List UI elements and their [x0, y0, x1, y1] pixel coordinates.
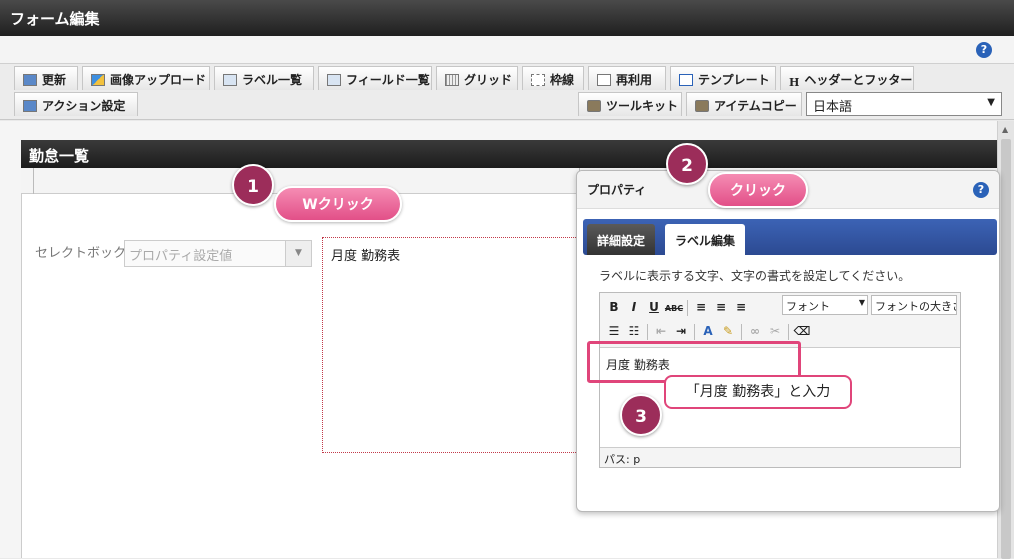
numbered-list-icon[interactable]: ☷ — [624, 321, 644, 341]
underline-icon[interactable]: U — [644, 297, 664, 317]
link-icon[interactable]: ∞ — [745, 321, 765, 341]
template-icon — [679, 74, 693, 86]
align-right-icon[interactable]: ≡ — [731, 297, 751, 317]
field-list-icon — [327, 74, 341, 86]
refresh-icon — [23, 74, 37, 86]
callout-input: 「月度 勤務表」と入力 — [664, 375, 852, 409]
refresh-button[interactable]: 更新 — [14, 66, 78, 90]
grid-button[interactable]: グリッド — [436, 66, 518, 90]
action-settings-button[interactable]: アクション設定 — [14, 92, 138, 116]
template-button[interactable]: テンプレート — [670, 66, 776, 90]
border-button[interactable]: 枠線 — [522, 66, 584, 90]
item-copy-icon — [695, 100, 709, 112]
help-icon[interactable]: ? — [976, 42, 992, 58]
header-footer-button[interactable]: H ヘッダーとフッター — [780, 66, 914, 90]
editor-toolbar-row1: B I U ABC ≡ ≡ ≡ — [604, 297, 784, 319]
border-icon — [531, 74, 545, 86]
highlight-color-icon[interactable]: ✎ — [718, 321, 738, 341]
field-list-button[interactable]: フィールド一覧 — [318, 66, 432, 90]
label-field[interactable]: 月度 勤務表 — [322, 237, 582, 453]
bold-icon[interactable]: B — [604, 297, 624, 317]
select-box[interactable]: プロパティ設定値 ▼ — [124, 240, 312, 267]
panel-title: 勤怠一覧 — [21, 140, 997, 168]
bullet-list-icon[interactable]: ☰ — [604, 321, 624, 341]
tab-detail-settings[interactable]: 詳細設定 — [587, 224, 656, 255]
image-upload-icon — [91, 74, 105, 86]
eraser-icon[interactable]: ⌫ — [792, 321, 812, 341]
font-size-select[interactable]: フォントの大きさ — [871, 295, 957, 315]
italic-icon[interactable]: I — [624, 297, 644, 317]
chevron-down-icon: ▼ — [858, 298, 865, 307]
help-icon[interactable]: ? — [973, 182, 989, 198]
chevron-down-icon[interactable]: ▼ — [285, 241, 311, 266]
text-color-icon[interactable]: A — [698, 321, 718, 341]
step-marker-1: 1 — [232, 164, 274, 206]
scrollbar-thumb[interactable] — [1001, 139, 1011, 559]
callout-click: クリック — [708, 172, 808, 208]
action-icon — [23, 100, 37, 112]
ruler-tick — [33, 168, 34, 194]
tab-label-edit[interactable]: ラベル編集 — [665, 224, 746, 255]
dialog-description: ラベルに表示する文字、文字の書式を設定してください。 — [599, 269, 911, 283]
label-list-icon — [223, 74, 237, 86]
unlink-icon[interactable]: ✂ — [765, 321, 785, 341]
callout-double-click: Wクリック — [274, 186, 402, 222]
grid-icon — [445, 74, 459, 86]
language-select[interactable]: 日本語 ▼ — [806, 92, 1002, 116]
scroll-up-icon[interactable]: ▲ — [1002, 125, 1008, 134]
font-select[interactable]: フォント ▼ — [782, 295, 868, 315]
help-bar: ? — [0, 36, 1014, 64]
toolkit-button[interactable]: ツールキット — [578, 92, 682, 116]
editor-path: パス: p — [600, 447, 960, 467]
dialog-tabs: 詳細設定 ラベル編集 — [583, 219, 997, 255]
label-list-button[interactable]: ラベル一覧 — [214, 66, 314, 90]
step-marker-3: 3 — [620, 394, 662, 436]
strikethrough-icon[interactable]: ABC — [664, 299, 684, 319]
window-title: フォーム編集 — [0, 0, 1014, 36]
align-left-icon[interactable]: ≡ — [691, 297, 711, 317]
image-upload-button[interactable]: 画像アップロード — [82, 66, 210, 90]
reuse-button[interactable]: 再利用 — [588, 66, 666, 90]
chevron-down-icon: ▼ — [987, 97, 995, 108]
step-marker-2: 2 — [666, 143, 708, 185]
outdent-icon[interactable]: ⇤ — [651, 321, 671, 341]
reuse-icon — [597, 74, 611, 86]
item-copy-button[interactable]: アイテムコピー — [686, 92, 802, 116]
header-footer-icon: H — [789, 76, 800, 89]
indent-icon[interactable]: ⇥ — [671, 321, 691, 341]
toolkit-icon — [587, 100, 601, 112]
editor-toolbar-row2: ☰ ☷ ⇤ ⇥ A ✎ ∞ ✂ ⌫ — [604, 321, 960, 343]
align-center-icon[interactable]: ≡ — [711, 297, 731, 317]
